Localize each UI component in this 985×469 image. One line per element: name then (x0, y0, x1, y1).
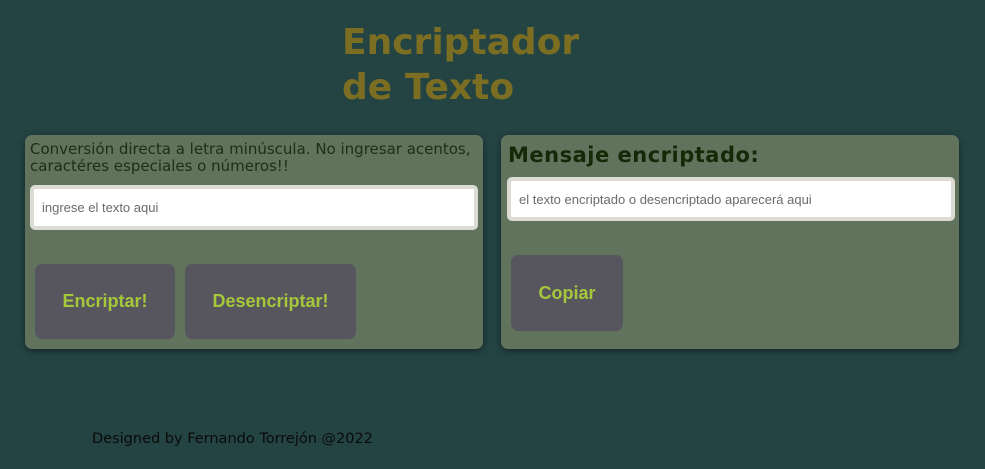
output-panel: Mensaje encriptado: Copiar (501, 135, 959, 349)
encrypt-button[interactable]: Encriptar! (35, 264, 175, 339)
output-field[interactable] (507, 177, 955, 221)
page-title: Encriptador de Texto (342, 20, 579, 110)
output-heading: Mensaje encriptado: (508, 143, 760, 167)
input-panel: Conversión directa a letra minúscula. No… (25, 135, 483, 349)
title-line-1: Encriptador (342, 22, 580, 63)
copy-button[interactable]: Copiar (511, 255, 623, 331)
text-input[interactable] (30, 185, 478, 230)
decrypt-button[interactable]: Desencriptar! (185, 264, 356, 339)
input-hint: Conversión directa a letra minúscula. No… (30, 140, 471, 175)
title-line-2: de Texto (342, 67, 515, 108)
footer-credit: Designed by Fernando Torrejón @2022 (92, 431, 373, 447)
